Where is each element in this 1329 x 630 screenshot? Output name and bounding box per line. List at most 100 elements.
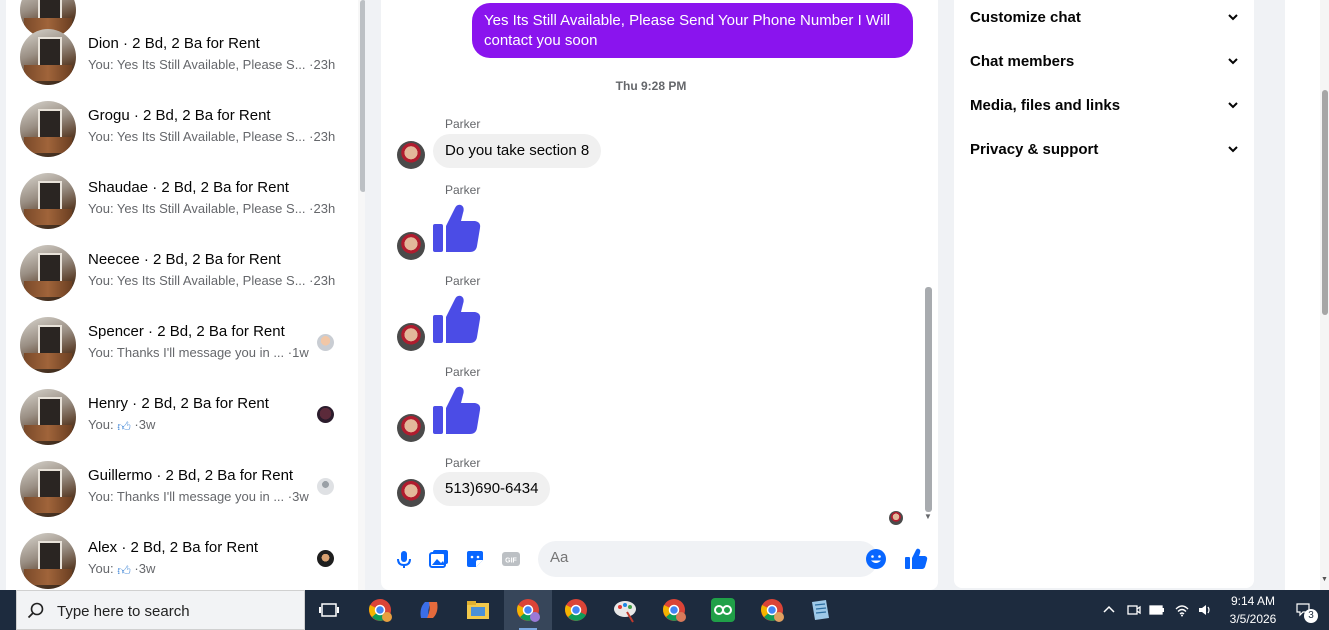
conversation-preview: You: 👍︎ ·3w (88, 417, 156, 434)
sender-name: Parker (445, 117, 481, 131)
sender-avatar[interactable] (397, 323, 425, 351)
sender-name: Parker (445, 183, 481, 197)
conversation-list: Dion · 2 Bd, 2 Ba for Rent You: Yes Its … (6, 0, 365, 590)
chrome-profile-icon[interactable] (514, 596, 542, 624)
conversation-name: Alex · 2 Bd, 2 Ba for Rent (88, 539, 259, 556)
listing-thumbnail (20, 101, 76, 157)
volume-icon[interactable] (1197, 602, 1213, 618)
start-button[interactable] (0, 590, 16, 630)
sender-name: Parker (445, 274, 481, 288)
photo-icon[interactable] (428, 548, 450, 570)
conversation-item[interactable]: Neecee · 2 Bd, 2 Ba for Rent You: Yes It… (20, 243, 350, 303)
file-explorer-icon[interactable] (464, 596, 492, 624)
clock-time[interactable]: 9:14 AM (1216, 594, 1290, 608)
chrome-profile-icon[interactable] (660, 596, 688, 624)
conversation-preview: You: Yes Its Still Available, Please S..… (88, 57, 336, 72)
sticker-icon[interactable] (464, 548, 486, 570)
listing-thumbnail (20, 461, 76, 517)
chrome-icon[interactable] (562, 596, 590, 624)
accordion-privacy-support[interactable]: Privacy & support (970, 134, 1240, 162)
taskbar-search[interactable]: Type here to search (16, 590, 305, 630)
message-input-box[interactable] (538, 541, 878, 577)
accordion-media-files-links[interactable]: Media, files and links (970, 90, 1240, 118)
thumbs-up-icon (433, 204, 481, 252)
conversation-item[interactable]: Grogu · 2 Bd, 2 Ba for Rent You: Yes Its… (20, 99, 350, 159)
conversation-name: Dion · 2 Bd, 2 Ba for Rent (88, 35, 260, 52)
sender-name: Parker (445, 456, 481, 470)
accordion-chat-members[interactable]: Chat members (970, 46, 1240, 74)
chrome-profile-icon[interactable] (758, 596, 786, 624)
conversation-preview: You: Thanks I'll message you in ... ·1w (88, 345, 309, 360)
sender-avatar[interactable] (397, 141, 425, 169)
listing-thumbnail (20, 245, 76, 301)
scrollbar-thumb[interactable] (1322, 90, 1328, 315)
conversation-name: Grogu · 2 Bd, 2 Ba for Rent (88, 107, 271, 124)
scrollbar-thumb[interactable] (360, 0, 365, 192)
wifi-icon[interactable] (1174, 602, 1190, 618)
screen: Dion · 2 Bd, 2 Ba for Rent You: Yes Its … (0, 0, 1329, 630)
chat-panel: Yes Its Still Available, Please Send You… (381, 0, 938, 590)
emoji-icon[interactable] (865, 548, 887, 570)
meet-now-icon[interactable] (1126, 602, 1142, 618)
accordion-label: Media, files and links (970, 97, 1121, 114)
chevron-down-icon (1228, 102, 1238, 109)
chat-scrollbar[interactable]: ▼ (923, 0, 933, 530)
task-view-icon[interactable] (316, 596, 344, 624)
accordion-customize-chat[interactable]: Customize chat (970, 2, 1240, 30)
svg-text:GIF: GIF (505, 558, 517, 565)
goodreads-icon[interactable] (709, 596, 737, 624)
conversation-preview: You: Yes Its Still Available, Please S..… (88, 201, 336, 216)
microphone-icon[interactable] (393, 548, 415, 570)
thumbs-up-icon: 👍︎ (117, 563, 131, 578)
conversation-item[interactable]: Dion · 2 Bd, 2 Ba for Rent You: Yes Its … (20, 27, 350, 87)
search-placeholder: Type here to search (57, 603, 190, 620)
outgoing-message: Yes Its Still Available, Please Send You… (472, 3, 913, 58)
sender-avatar[interactable] (397, 414, 425, 442)
conversation-name: Henry · 2 Bd, 2 Ba for Rent (88, 395, 269, 412)
conversation-item[interactable]: Alex · 2 Bd, 2 Ba for Rent You: 👍︎ ·3w (20, 531, 350, 590)
accordion-label: Customize chat (970, 9, 1081, 26)
scroll-down-arrow[interactable]: ▼ (1320, 576, 1329, 586)
chevron-down-icon (1228, 58, 1238, 65)
conversation-preview: You: Yes Its Still Available, Please S..… (88, 273, 336, 288)
paint-icon[interactable] (611, 596, 639, 624)
conversation-name: Guillermo · 2 Bd, 2 Ba for Rent (88, 467, 294, 484)
conversation-name: Spencer · 2 Bd, 2 Ba for Rent (88, 323, 285, 340)
seen-avatar (317, 550, 334, 567)
sender-avatar[interactable] (397, 479, 425, 507)
conversation-name: Shaudae · 2 Bd, 2 Ba for Rent (88, 179, 289, 196)
thumbs-up-icon: 👍︎ (117, 419, 131, 434)
conversation-item[interactable]: Spencer · 2 Bd, 2 Ba for Rent You: Thank… (20, 315, 350, 375)
listing-thumbnail (20, 389, 76, 445)
chat-details-panel: Customize chat Chat members Media, files… (954, 0, 1254, 588)
sender-avatar[interactable] (397, 232, 425, 260)
taskbar: Type here to search 9:14 AM 3/5/2026 3 (0, 590, 1329, 630)
battery-icon[interactable] (1149, 602, 1165, 618)
notepad-icon[interactable] (806, 596, 834, 624)
seen-avatar (889, 511, 903, 525)
seen-avatar (317, 478, 334, 495)
message-input[interactable] (550, 549, 850, 566)
incoming-message: Do you take section 8 (433, 134, 602, 168)
message-composer: GIF (381, 538, 938, 582)
chevron-up-icon[interactable] (1101, 602, 1117, 618)
conversation-item[interactable]: Guillermo · 2 Bd, 2 Ba for Rent You: Tha… (20, 459, 350, 519)
gif-icon[interactable]: GIF (500, 548, 522, 570)
conversation-preview: You: Yes Its Still Available, Please S..… (88, 129, 336, 144)
conversation-item[interactable]: Henry · 2 Bd, 2 Ba for Rent You: 👍︎ ·3w (20, 387, 350, 447)
listing-thumbnail (20, 533, 76, 589)
sender-name: Parker (445, 365, 481, 379)
clock-date[interactable]: 3/5/2026 (1216, 612, 1290, 626)
conversation-preview: You: Thanks I'll message you in ... ·3w (88, 489, 309, 504)
thumbs-up-icon (433, 295, 481, 343)
conversation-list-scrollbar[interactable] (358, 0, 365, 590)
conversation-item[interactable]: Shaudae · 2 Bd, 2 Ba for Rent You: Yes I… (20, 171, 350, 231)
scrollbar-thumb[interactable] (925, 287, 932, 512)
scroll-down-arrow[interactable]: ▼ (923, 512, 933, 522)
time-separator: Thu 9:28 PM (615, 79, 687, 93)
chrome-profile-icon[interactable] (366, 596, 394, 624)
copilot-icon[interactable] (415, 596, 443, 624)
listing-thumbnail (20, 29, 76, 85)
like-send-icon[interactable] (904, 547, 928, 571)
window-scrollbar[interactable]: ▼ (1320, 0, 1329, 590)
